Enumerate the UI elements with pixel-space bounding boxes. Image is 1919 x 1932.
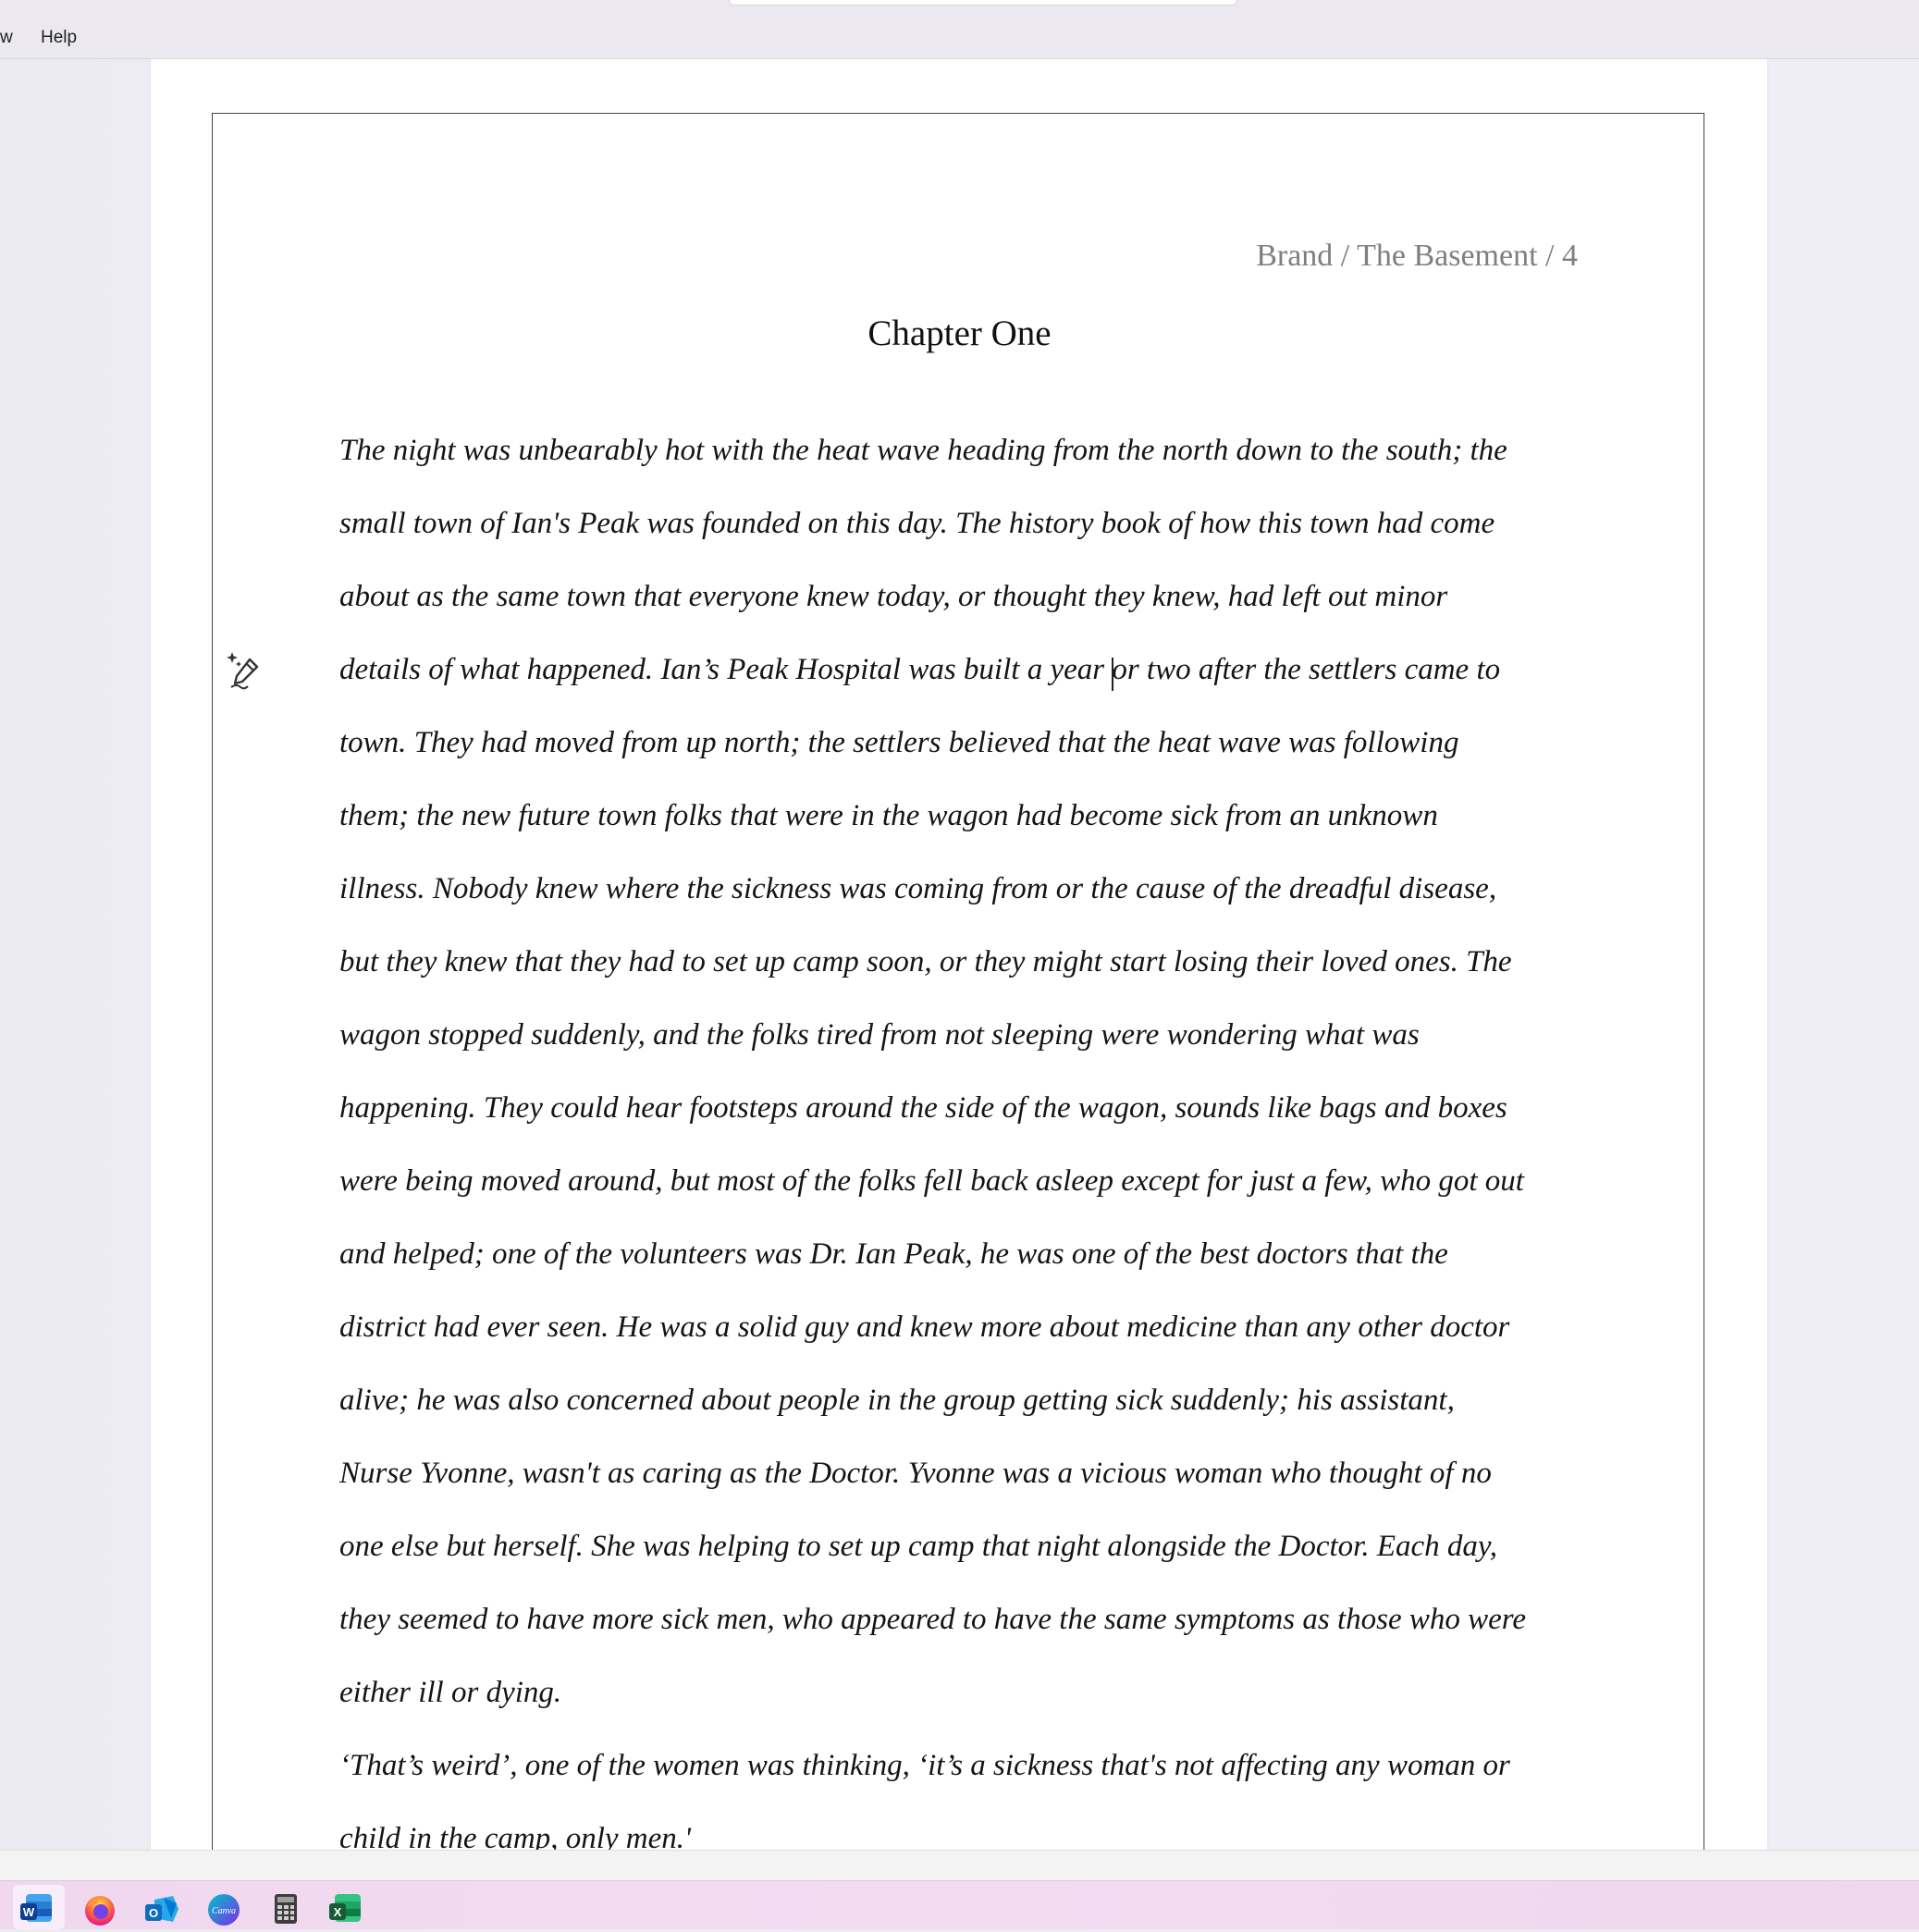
calculator-icon[interactable] bbox=[266, 1890, 303, 1927]
text-line[interactable]: they seemed to have more sick men, who a… bbox=[339, 1583, 1634, 1656]
floating-panel-edge bbox=[729, 0, 1237, 6]
canva-wordmark: Canva bbox=[212, 1906, 236, 1916]
text-line[interactable]: district had ever seen. He was a solid g… bbox=[339, 1291, 1634, 1364]
page-header[interactable]: Brand / The Basement / 4 bbox=[1256, 239, 1578, 274]
text-line[interactable]: alive; he was also concerned about peopl… bbox=[339, 1364, 1634, 1437]
ai-rewrite-pen-icon[interactable] bbox=[226, 650, 263, 691]
word-icon[interactable]: W bbox=[18, 1890, 55, 1927]
firefox-icon[interactable] bbox=[81, 1890, 118, 1927]
excel-icon[interactable]: X bbox=[327, 1890, 364, 1927]
word-letter: W bbox=[23, 1905, 35, 1919]
text-line[interactable]: one else but herself. She was helping to… bbox=[339, 1510, 1634, 1583]
text-line[interactable]: illness. Nobody knew where the sickness … bbox=[339, 853, 1634, 926]
text-line[interactable]: either ill or dying. bbox=[339, 1656, 1634, 1729]
chapter-title[interactable]: Chapter One bbox=[0, 313, 1919, 354]
outlook-icon[interactable]: O bbox=[143, 1890, 180, 1927]
text-line[interactable]: The night was unbearably hot with the he… bbox=[339, 414, 1634, 487]
text-line[interactable]: town. They had moved from up north; the … bbox=[339, 707, 1634, 780]
taskbar: W O Canva X bbox=[0, 1880, 1919, 1929]
status-bar bbox=[0, 1850, 1919, 1881]
outlook-letter: O bbox=[149, 1906, 158, 1920]
menu-bar: w Help bbox=[0, 0, 1919, 59]
menu-view[interactable]: w bbox=[0, 26, 13, 50]
canva-icon[interactable]: Canva bbox=[205, 1890, 242, 1927]
text-line[interactable]: ‘That’s weird’, one of the women was thi… bbox=[339, 1729, 1634, 1803]
text-line[interactable]: were being moved around, but most of the… bbox=[339, 1145, 1634, 1218]
menu-help[interactable]: Help bbox=[41, 26, 77, 50]
text-line[interactable]: and helped; one of the volunteers was Dr… bbox=[339, 1218, 1634, 1291]
text-cursor bbox=[1112, 658, 1113, 691]
excel-letter: X bbox=[334, 1905, 342, 1919]
text-line[interactable]: them; the new future town folks that wer… bbox=[339, 780, 1634, 853]
text-line[interactable]: small town of Ian's Peak was founded on … bbox=[339, 487, 1634, 560]
text-line[interactable]: wagon stopped suddenly, and the folks ti… bbox=[339, 999, 1634, 1072]
text-line[interactable]: Nurse Yvonne, wasn't as caring as the Do… bbox=[339, 1437, 1634, 1510]
text-line[interactable]: about as the same town that everyone kne… bbox=[339, 560, 1634, 634]
document-body[interactable]: The night was unbearably hot with the he… bbox=[339, 414, 1634, 1876]
text-line[interactable]: details of what happened. Ian’s Peak Hos… bbox=[339, 634, 1634, 707]
text-line[interactable]: but they knew that they had to set up ca… bbox=[339, 926, 1634, 999]
text-line[interactable]: happening. They could hear footsteps aro… bbox=[339, 1072, 1634, 1145]
